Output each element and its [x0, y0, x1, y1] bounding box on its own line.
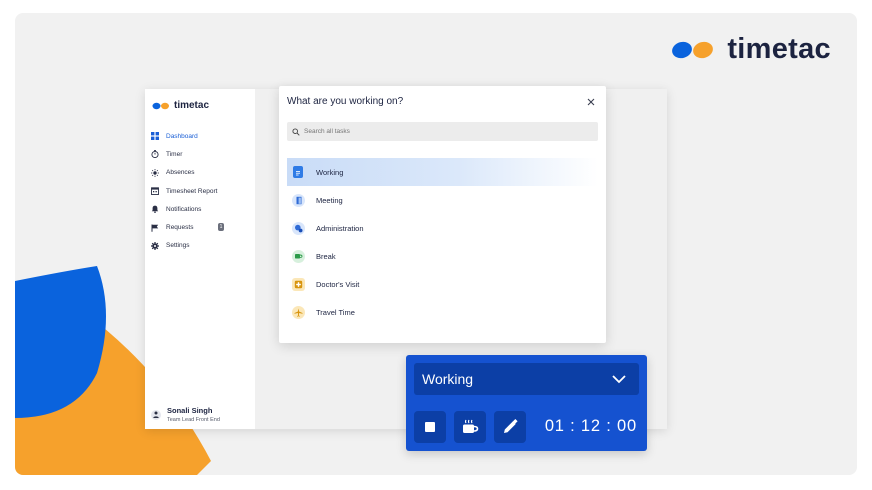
task-label: Working	[316, 167, 344, 177]
user-icon	[153, 411, 159, 418]
flag-icon	[150, 223, 160, 233]
task-item-doctors-visit[interactable]: Doctor's Visit	[287, 270, 598, 298]
task-label: Administration	[316, 223, 364, 233]
stop-button[interactable]	[414, 411, 446, 443]
task-label: Meeting	[316, 195, 343, 205]
sidebar-item-label: Absences	[166, 169, 195, 177]
clipboard-icon	[293, 166, 303, 178]
task-picker-modal: What are you working on? Working Meeting	[279, 86, 606, 343]
sidebar-logo[interactable]: timetac	[152, 100, 209, 111]
sidebar-item-timer[interactable]: Timer	[150, 145, 250, 163]
sidebar-item-timesheet-report[interactable]: Timesheet Report	[150, 182, 250, 200]
task-label: Doctor's Visit	[316, 279, 360, 289]
airplane-icon	[292, 305, 305, 319]
sidebar-logo-text: timetac	[174, 100, 210, 111]
task-search	[287, 122, 598, 141]
sun-icon	[150, 168, 160, 178]
calendar-icon	[150, 186, 160, 196]
logo-mark-icon	[671, 39, 715, 61]
user-profile[interactable]: Sonali Singh Team Lead Front End	[151, 406, 220, 423]
timer-widget: Working 01 : 12 : 00	[406, 355, 647, 451]
admin-icon	[292, 221, 305, 235]
coffee-icon	[292, 249, 305, 263]
elapsed-time: 01 : 12 : 00	[544, 417, 637, 435]
gear-icon	[150, 241, 160, 251]
sidebar-item-notifications[interactable]: Notifications	[150, 200, 250, 218]
pencil-icon	[504, 418, 518, 433]
sidebar-item-label: Notifications	[166, 205, 202, 213]
task-item-working[interactable]: Working	[287, 158, 598, 186]
sidebar-nav: Dashboard Timer Absences Timesheet Repor…	[150, 127, 250, 255]
task-list: Working Meeting Administration Break Doc…	[287, 158, 598, 326]
sidebar-item-absences[interactable]: Absences	[150, 164, 250, 182]
edit-button[interactable]	[494, 411, 526, 443]
stop-icon	[425, 422, 435, 432]
door-icon	[292, 193, 305, 207]
sidebar-item-label: Timer	[166, 150, 183, 158]
break-button[interactable]	[454, 411, 486, 443]
search-input[interactable]	[304, 128, 584, 135]
sidebar-item-settings[interactable]: Settings	[150, 237, 250, 255]
sidebar: timetac Dashboard Timer Absences Timeshe…	[145, 89, 255, 429]
sidebar-item-label: Requests	[166, 224, 194, 232]
task-item-administration[interactable]: Administration	[287, 214, 598, 242]
sidebar-item-label: Timesheet Report	[166, 187, 218, 195]
user-role: Team Lead Front End	[167, 417, 220, 423]
logo-mark-icon	[152, 102, 169, 109]
close-icon[interactable]	[586, 94, 596, 106]
sidebar-item-requests[interactable]: Requests 1	[150, 218, 250, 236]
dashboard-icon	[150, 131, 160, 141]
avatar	[151, 409, 161, 420]
medical-icon	[292, 277, 305, 291]
sidebar-item-dashboard[interactable]: Dashboard	[150, 127, 250, 145]
marketing-canvas: timetac timetac Dashboard Timer Absences…	[15, 13, 857, 475]
task-item-travel-time[interactable]: Travel Time	[287, 298, 598, 326]
task-select-dropdown[interactable]: Working	[414, 363, 639, 395]
sidebar-item-label: Settings	[166, 242, 190, 250]
bell-icon	[150, 204, 160, 214]
task-item-break[interactable]: Break	[287, 242, 598, 270]
sidebar-item-label: Dashboard	[166, 132, 198, 140]
task-item-meeting[interactable]: Meeting	[287, 186, 598, 214]
stopwatch-icon	[150, 149, 160, 159]
task-label: Break	[316, 251, 336, 261]
task-label: Travel Time	[316, 307, 355, 317]
modal-title: What are you working on?	[287, 96, 404, 107]
search-icon	[292, 127, 300, 136]
selected-task-label: Working	[422, 371, 474, 387]
coffee-icon	[463, 419, 479, 433]
user-name: Sonali Singh	[167, 406, 213, 415]
brand-logo: timetac	[671, 33, 831, 66]
brand-name: timetac	[727, 33, 831, 65]
requests-count-badge: 1	[218, 223, 224, 232]
chevron-down-icon	[612, 375, 626, 384]
